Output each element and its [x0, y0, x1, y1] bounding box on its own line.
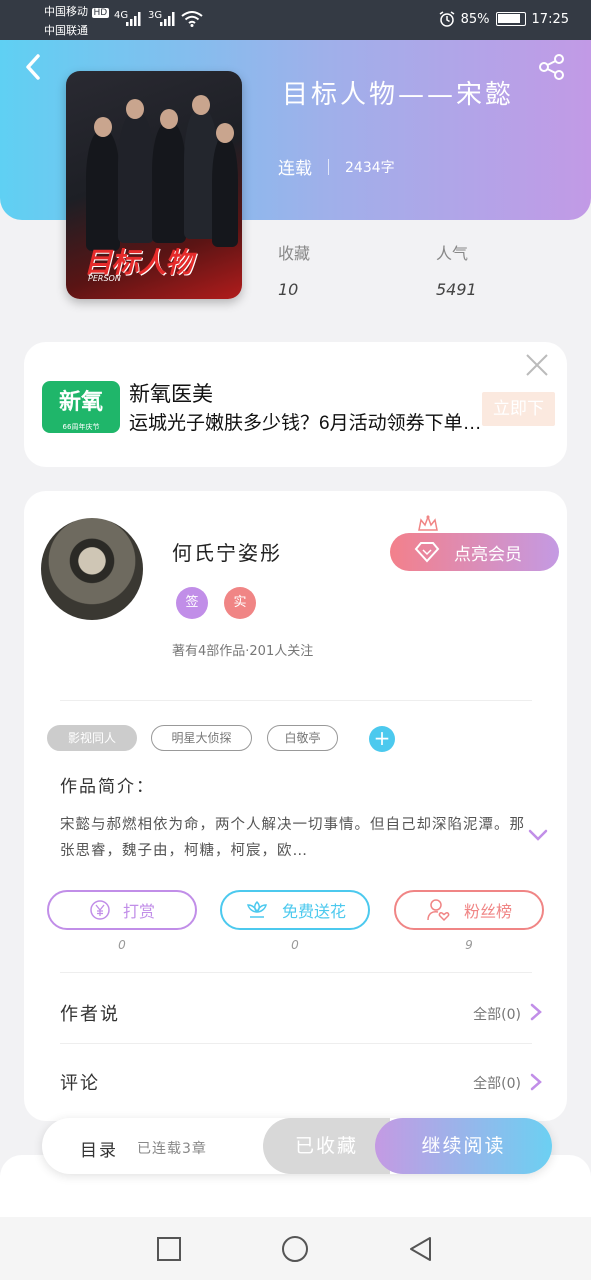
yen-icon [90, 900, 110, 920]
comments-label: 评论 [60, 1073, 100, 1094]
author-notes-label: 作者说 [60, 1004, 120, 1025]
close-icon[interactable] [524, 352, 550, 378]
continue-reading-button[interactable]: 继续阅读 [375, 1118, 552, 1174]
stat-value: 10 [278, 280, 299, 299]
tag-item[interactable]: 明星大侦探 [151, 725, 252, 751]
ad-logo-text: 新氧 [58, 390, 103, 415]
system-nav-bar [0, 1217, 591, 1280]
ad-logo-sub: 66周年庆节 [62, 423, 100, 431]
vip-label: 点亮会员 [454, 544, 522, 565]
status-right: 85% 17:25 [439, 11, 569, 27]
serial-status: 连载 [278, 159, 312, 179]
crown-icon [418, 515, 438, 531]
flower-icon [247, 900, 267, 918]
chevron-down-icon[interactable] [528, 828, 548, 842]
stat-popularity: 人气 5491 [436, 240, 477, 299]
divider [328, 158, 329, 175]
signed-badge: 签 [176, 587, 208, 619]
verified-badge: 实 [224, 587, 256, 619]
divider [60, 972, 532, 973]
stat-label: 收藏 [278, 244, 311, 263]
flower-count: 0 [291, 938, 299, 952]
chapter-count: 已连载3章 [137, 1141, 207, 1157]
book-title: 目标人物——宋懿 [282, 80, 515, 110]
share-icon[interactable] [537, 52, 567, 82]
book-cover[interactable]: 目标人物 PERSON [66, 71, 242, 299]
back-nav-icon[interactable] [406, 1234, 436, 1264]
stat-value: 5491 [436, 280, 477, 299]
intro-text[interactable]: 宋懿与郝燃相依为命，两个人解决一切事情。但自己却深陷泥潭。那张思睿，魏子由，柯糖… [60, 812, 530, 864]
tag-item[interactable]: 白敬亭 [267, 725, 338, 751]
toc-button[interactable]: 目录 [80, 1136, 118, 1161]
status-bar: 中国移动 HD 中国联通 4G 3G 85% 17:25 [0, 0, 591, 40]
collected-button[interactable]: 已收藏 [263, 1118, 390, 1174]
author-notes-all: 全部(0) [473, 1007, 521, 1023]
diamond-icon [414, 542, 440, 563]
ad-description: 运城光子嫩肤多少钱？6月活动领券下单… [129, 413, 482, 434]
stat-label: 人气 [436, 244, 469, 263]
ad-action-button[interactable]: 立即下 [482, 392, 555, 426]
fans-icon [427, 899, 450, 922]
back-icon[interactable] [22, 52, 46, 82]
fans-rank-label: 粉丝榜 [463, 902, 512, 921]
hd-badge: HD [91, 8, 110, 18]
fans-count: 9 [465, 938, 473, 952]
chevron-right-icon [530, 1073, 542, 1091]
fans-rank-button[interactable]: 粉丝榜 [394, 890, 544, 930]
clock: 17:25 [531, 11, 569, 27]
cover-subtitle: PERSON [88, 274, 121, 283]
book-status-row: 连载 2434字 [278, 154, 395, 179]
intro-label: 作品简介： [60, 777, 155, 797]
signal-icon [126, 12, 141, 26]
wifi-icon [181, 11, 203, 27]
recent-apps-icon[interactable] [154, 1234, 184, 1264]
signal-icon [160, 12, 175, 26]
tip-count: 0 [118, 938, 126, 952]
ad-title: 新氧医美 [129, 383, 213, 406]
chevron-right-icon [530, 1003, 542, 1021]
author-stats: 著有4部作品·201人关注 [172, 644, 314, 659]
home-icon[interactable] [280, 1234, 310, 1264]
carrier-2: 中国联通 [44, 24, 88, 37]
divider [60, 1043, 532, 1044]
tag-item[interactable]: 影视同人 [47, 725, 137, 751]
carrier-1: 中国移动 [44, 5, 88, 18]
send-flower-button[interactable]: 免费送花 [220, 890, 370, 930]
tip-button[interactable]: 打赏 [47, 890, 197, 930]
avatar[interactable] [41, 518, 143, 620]
add-tag-button[interactable]: + [369, 726, 395, 752]
ad-logo: 新氧 66周年庆节 [42, 381, 120, 433]
alarm-icon [439, 11, 455, 27]
send-flower-label: 免费送花 [281, 902, 346, 921]
battery-icon [495, 12, 526, 26]
battery-percent: 85% [460, 11, 490, 27]
divider [60, 700, 532, 701]
vip-button[interactable]: 点亮会员 [390, 533, 559, 571]
tip-label: 打赏 [122, 902, 155, 921]
author-name[interactable]: 何氏宁姿彤 [172, 537, 282, 566]
stat-collect: 收藏 10 [278, 240, 310, 299]
word-count: 2434字 [345, 159, 395, 176]
carrier-info: 中国移动 HD 中国联通 [44, 3, 110, 39]
comments-all: 全部(0) [473, 1076, 521, 1092]
ad-banner[interactable]: 新氧 66周年庆节 新氧医美 运城光子嫩肤多少钱？6月活动领券下单… 立即下 [24, 342, 567, 467]
